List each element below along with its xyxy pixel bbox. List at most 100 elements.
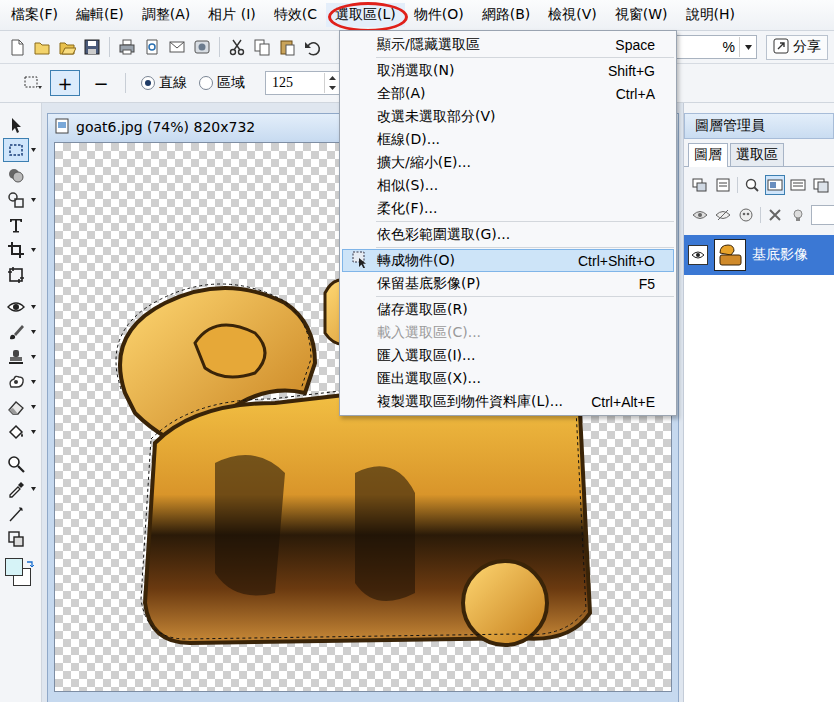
standard-selection-tool-icon[interactable] — [3, 138, 29, 162]
fill-tool-icon[interactable] — [3, 420, 29, 444]
layer-row[interactable]: 基底影像 — [684, 235, 834, 275]
menu-bar-item[interactable]: 選取區(L) — [326, 3, 405, 27]
tool-button[interactable] — [3, 238, 37, 262]
opacity-field[interactable] — [811, 205, 834, 225]
menu-item[interactable]: 取消選取(N)Shift+G — [342, 59, 674, 82]
tool-flyout-icon[interactable] — [29, 380, 37, 384]
tool-button[interactable] — [3, 477, 37, 501]
menu-item[interactable]: 轉成物件(O)Ctrl+Shift+O — [342, 249, 674, 272]
tool-flyout-icon[interactable] — [29, 198, 37, 202]
shape-radio[interactable]: 直線 — [141, 74, 187, 92]
tool-flyout-icon[interactable] — [29, 430, 37, 434]
tool-button[interactable] — [3, 452, 37, 476]
radio-button[interactable] — [199, 76, 213, 90]
foreground-color-swatch[interactable] — [5, 558, 23, 576]
menu-bar-item[interactable]: 相片 (I) — [199, 3, 265, 27]
tool-button[interactable] — [3, 188, 37, 212]
preview-icon[interactable] — [742, 175, 762, 195]
clone-tool-icon[interactable] — [3, 345, 29, 369]
menu-bar-item[interactable]: 網路(B) — [473, 3, 540, 27]
tool-button[interactable] — [3, 138, 37, 162]
menu-item[interactable]: 全部(A)Ctrl+A — [342, 82, 674, 105]
merge-icon[interactable] — [690, 175, 710, 195]
list-view-icon[interactable] — [788, 175, 808, 195]
open-folder-icon[interactable] — [56, 36, 78, 58]
tool-button[interactable] — [3, 345, 37, 369]
menu-bar-item[interactable]: 視窗(W) — [606, 3, 677, 27]
menu-item[interactable]: 保留基底影像(P)F5 — [342, 272, 674, 295]
transform-tool-icon[interactable] — [3, 263, 29, 287]
menu-item[interactable]: 改選未選取部分(V) — [342, 105, 674, 128]
print-preview-icon[interactable] — [141, 36, 163, 58]
layer-order-icon[interactable] — [811, 175, 831, 195]
new-document-icon[interactable] — [6, 36, 28, 58]
copy-icon[interactable] — [251, 36, 273, 58]
object-paint-tool-icon[interactable] — [3, 163, 29, 187]
show-all-icon[interactable] — [713, 205, 733, 225]
hide-icon[interactable] — [690, 205, 710, 225]
tool-button[interactable] — [3, 527, 37, 551]
undo-icon[interactable] — [301, 36, 323, 58]
panel-tab[interactable]: 圖層 — [688, 143, 728, 167]
open-file-icon[interactable] — [31, 36, 53, 58]
tool-flyout-icon[interactable] — [29, 305, 37, 309]
size-value[interactable]: 125 — [266, 75, 324, 91]
tool-button[interactable] — [3, 370, 37, 394]
mail-icon[interactable] — [166, 36, 188, 58]
tool-flyout-icon[interactable] — [29, 148, 37, 152]
pick-tool-icon[interactable] — [3, 113, 29, 137]
menu-item[interactable]: 匯入選取區(I)... — [342, 344, 674, 367]
layer-properties-icon[interactable] — [713, 175, 733, 195]
path-drawing-tool-icon[interactable] — [3, 188, 29, 212]
zoom-tool-icon[interactable] — [3, 452, 29, 476]
tool-flyout-icon[interactable] — [29, 355, 37, 359]
menu-item[interactable]: 柔化(F)... — [342, 197, 674, 220]
size-spinner[interactable]: 125 — [265, 71, 340, 95]
menu-bar-item[interactable]: 調整(A) — [133, 3, 200, 27]
eyedropper-tool-icon[interactable] — [3, 477, 29, 501]
tool-button[interactable] — [3, 263, 37, 287]
tool-button[interactable] — [3, 320, 37, 344]
tool-flyout-icon[interactable] — [29, 330, 37, 334]
menu-item[interactable]: 依色彩範圍選取(G)... — [342, 223, 674, 246]
panel-tab[interactable]: 選取區 — [730, 143, 784, 166]
menu-bar-item[interactable]: 檢視(V) — [539, 3, 606, 27]
text-tool-icon[interactable] — [3, 213, 29, 237]
menu-item[interactable]: 擴大/縮小(E)... — [342, 151, 674, 174]
spin-up-icon[interactable] — [325, 73, 339, 83]
shape-radio[interactable]: 區域 — [199, 74, 245, 92]
print-icon[interactable] — [116, 36, 138, 58]
menu-bar-item[interactable]: 說明(H) — [677, 3, 744, 27]
tool-button[interactable] — [3, 295, 37, 319]
menu-bar-item[interactable]: 物件(O) — [405, 3, 473, 27]
tool-button[interactable] — [3, 502, 37, 526]
selection-preset-icon[interactable] — [22, 72, 44, 94]
zoom-dropdown-arrow-icon[interactable] — [739, 37, 756, 57]
menu-bar-item[interactable]: 特效(C — [265, 3, 326, 27]
menu-item[interactable]: 顯示/隱藏選取區Space — [342, 33, 674, 56]
paste-icon[interactable] — [276, 36, 298, 58]
save-icon[interactable] — [81, 36, 103, 58]
thumbnail-view-icon[interactable] — [765, 175, 785, 195]
tool-button[interactable] — [3, 420, 37, 444]
visibility-eye-icon[interactable] — [688, 245, 708, 265]
paint-brush-tool-icon[interactable] — [3, 320, 29, 344]
retouch-tool-icon[interactable] — [3, 370, 29, 394]
tool-button[interactable] — [3, 113, 37, 137]
scan-icon[interactable] — [191, 36, 213, 58]
radio-button[interactable] — [141, 76, 155, 90]
menu-item[interactable]: 儲存選取區(R) — [342, 298, 674, 321]
add-mode-button[interactable]: + — [50, 70, 80, 96]
tool-button[interactable] — [3, 395, 37, 419]
tool-flyout-icon[interactable] — [29, 248, 37, 252]
tool-button[interactable] — [3, 163, 37, 187]
swap-colors-icon[interactable] — [25, 556, 35, 572]
menu-bar-item[interactable]: 編輯(E) — [67, 3, 133, 27]
tool-button[interactable] — [3, 213, 37, 237]
subtract-mode-button[interactable]: − — [86, 70, 116, 96]
eraser-tool-icon[interactable] — [3, 395, 29, 419]
share-button[interactable]: 分享 — [766, 35, 828, 60]
menu-bar-item[interactable]: 檔案(F) — [2, 3, 67, 27]
light-icon[interactable] — [788, 205, 808, 225]
capture-tool-icon[interactable] — [3, 527, 29, 551]
